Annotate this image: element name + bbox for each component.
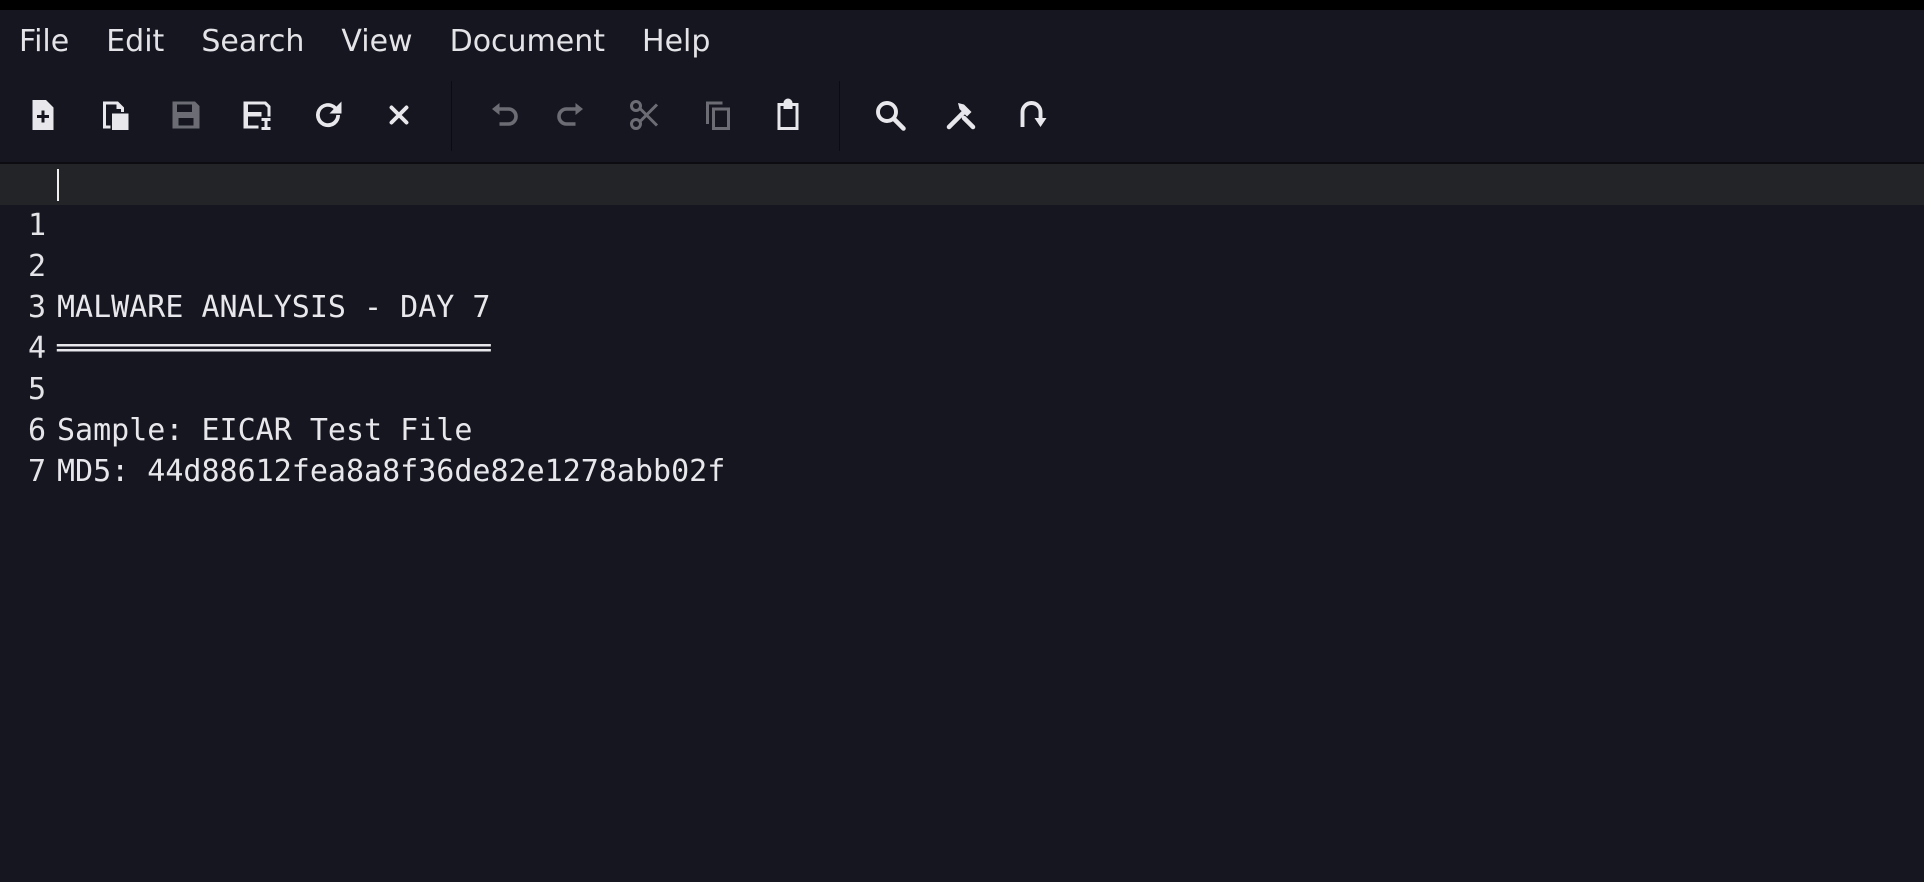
menu-help[interactable]: Help bbox=[623, 10, 728, 73]
save-as-button[interactable] bbox=[233, 91, 281, 139]
paste-icon bbox=[777, 98, 799, 130]
find-icon bbox=[876, 101, 906, 131]
copy-button[interactable] bbox=[694, 91, 742, 139]
text-editor[interactable]: 1 2 MALWARE ANALYSIS - DAY 7 3 ═════════… bbox=[0, 164, 1924, 882]
save-button[interactable] bbox=[162, 91, 210, 139]
toolbar-separator bbox=[839, 81, 840, 151]
toolbar-separator bbox=[451, 81, 452, 151]
editor-line[interactable]: 6 MD5: 44d88612fea8a8f36de82e1278abb02f bbox=[0, 369, 1924, 489]
menu-bar: File Edit Search View Document Help bbox=[0, 10, 1924, 73]
paste-button[interactable] bbox=[764, 91, 812, 139]
cut-button[interactable] bbox=[621, 91, 669, 139]
menu-document[interactable]: Document bbox=[431, 10, 623, 73]
editor-line[interactable]: 1 bbox=[0, 164, 1924, 243]
redo-button[interactable] bbox=[547, 91, 595, 139]
goto-line-icon bbox=[1020, 101, 1047, 127]
find-replace-button[interactable] bbox=[937, 91, 985, 139]
reload-icon bbox=[316, 101, 342, 128]
save-as-icon bbox=[243, 101, 271, 130]
menu-file[interactable]: File bbox=[0, 10, 87, 73]
editor-line[interactable]: 4 bbox=[0, 287, 1924, 366]
editor-line[interactable]: 3 ════════════════════════ bbox=[0, 246, 1924, 366]
close-document-button[interactable] bbox=[375, 91, 423, 139]
menu-edit[interactable]: Edit bbox=[87, 10, 182, 73]
find-replace-icon bbox=[946, 103, 976, 130]
editor-line[interactable]: 5 Sample: EICAR Test File bbox=[0, 328, 1924, 448]
redo-icon bbox=[557, 103, 583, 126]
editor-line[interactable]: 7 bbox=[0, 410, 1924, 489]
new-document-icon bbox=[32, 100, 54, 130]
editor-line[interactable]: 2 MALWARE ANALYSIS - DAY 7 bbox=[0, 205, 1924, 325]
copy-icon bbox=[706, 101, 730, 130]
line-text: MD5: 44d88612fea8a8f36de82e1278abb02f bbox=[57, 454, 726, 489]
window-top-strip bbox=[0, 0, 1924, 10]
menu-search[interactable]: Search bbox=[182, 10, 322, 73]
find-button[interactable] bbox=[866, 91, 914, 139]
save-icon bbox=[172, 101, 200, 129]
close-icon bbox=[389, 105, 409, 125]
line-number: 7 bbox=[28, 454, 47, 489]
menu-view[interactable]: View bbox=[322, 10, 430, 73]
open-document-icon bbox=[103, 101, 129, 130]
toolbar bbox=[0, 73, 1924, 163]
cut-icon bbox=[630, 100, 659, 130]
undo-icon bbox=[492, 103, 518, 126]
goto-line-button[interactable] bbox=[1009, 91, 1057, 139]
new-document-button[interactable] bbox=[19, 91, 67, 139]
reload-button[interactable] bbox=[304, 91, 352, 139]
text-caret bbox=[57, 169, 59, 201]
open-document-button[interactable] bbox=[91, 91, 139, 139]
undo-button[interactable] bbox=[480, 91, 528, 139]
